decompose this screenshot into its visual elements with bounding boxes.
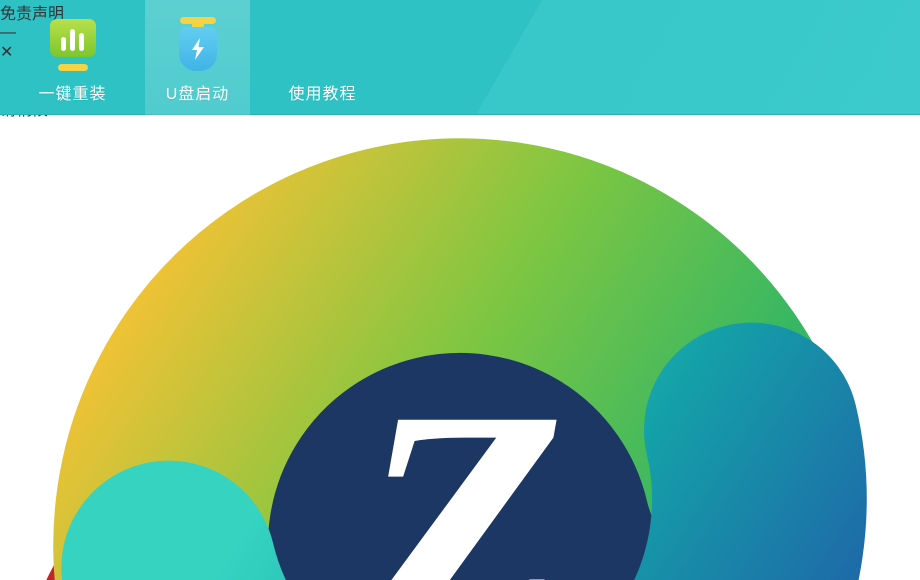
- main-nav-tabs: 一键重装 U盘启动: [20, 0, 375, 115]
- brand-logo: 石大师 装机大师: [0, 62, 920, 580]
- tab-label: 一键重装: [38, 80, 106, 104]
- app-header: 一键重装 U盘启动: [0, 0, 920, 115]
- chart-bars-icon: [48, 16, 98, 74]
- book-icon: [298, 16, 348, 74]
- swirl-logo-icon: [0, 62, 920, 580]
- tab-tutorial[interactable]: 使用教程: [270, 0, 375, 115]
- usb-shield-icon: [173, 16, 223, 74]
- tab-usb-boot[interactable]: U盘启动: [145, 0, 250, 115]
- lightning-bolt-icon: [190, 38, 206, 60]
- tab-label: U盘启动: [166, 80, 230, 104]
- tab-label: 使用教程: [288, 80, 356, 104]
- tab-one-key-reinstall[interactable]: 一键重装: [20, 0, 125, 115]
